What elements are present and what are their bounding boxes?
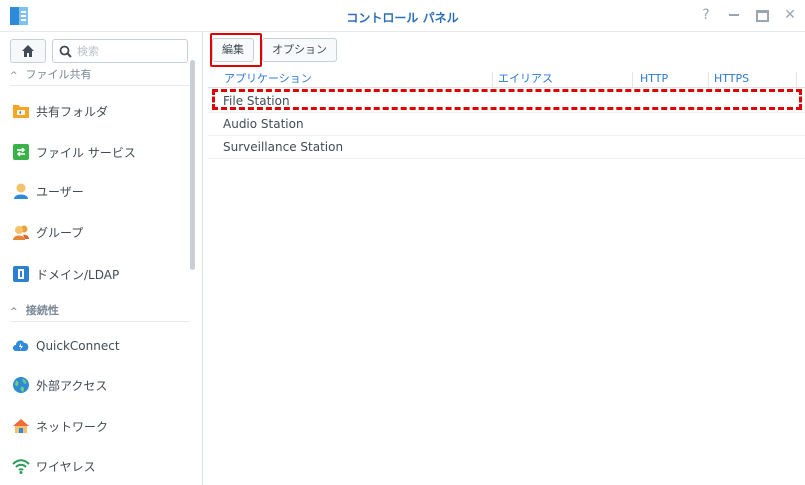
file-station-row-highlight [212, 89, 802, 110]
sidebar-item-quickconnect[interactable]: QuickConnect [12, 334, 187, 358]
wifi-icon [12, 459, 30, 474]
globe-icon [13, 377, 29, 393]
chevron-up-icon: ^ [10, 307, 18, 317]
sidebar: ^ ファイル共有 共有フォルダ ファイル サービス ユーザー グループ [0, 32, 203, 485]
section-label: 接続性 [25, 304, 59, 317]
cell-application: Surveillance Station [223, 140, 344, 154]
main-panel: 編集 オプション アプリケーション エイリアス HTTP HTTPS File … [204, 32, 805, 485]
close-icon[interactable]: ✕ [783, 6, 797, 24]
column-header-alias[interactable]: エイリアス [498, 72, 553, 88]
sidebar-item-label: ワイヤレス [36, 459, 96, 474]
network-house-icon [13, 419, 29, 433]
sidebar-item-shared-folder[interactable]: 共有フォルダ [12, 99, 187, 123]
domain-ldap-icon [13, 266, 29, 282]
edit-button[interactable]: 編集 [212, 38, 254, 62]
sidebar-item-label: グループ [36, 225, 84, 240]
chevron-up-icon: ^ [10, 71, 18, 81]
toolbar: 編集 オプション [212, 38, 337, 64]
help-icon[interactable]: ? [699, 6, 713, 24]
maximize-icon[interactable] [755, 6, 769, 24]
home-icon [22, 45, 34, 57]
sidebar-item-label: ネットワーク [36, 419, 109, 434]
sidebar-item-domain-ldap[interactable]: ドメイン/LDAP [12, 262, 187, 286]
table-row[interactable]: Audio Station [208, 113, 805, 136]
sidebar-item-file-services[interactable]: ファイル サービス [12, 140, 187, 164]
sidebar-item-network[interactable]: ネットワーク [12, 414, 187, 438]
search-input[interactable] [77, 44, 177, 58]
sidebar-item-wireless[interactable]: ワイヤレス [12, 454, 187, 478]
section-label: ファイル共有 [25, 68, 92, 81]
window-title: コントロール パネル [346, 11, 459, 25]
search-icon [59, 45, 72, 58]
options-button[interactable]: オプション [262, 38, 337, 62]
section-connectivity[interactable]: ^ 接続性 [10, 300, 190, 322]
sidebar-item-label: ユーザー [36, 184, 84, 199]
title-bar: コントロール パネル ? ✕ [0, 0, 805, 32]
shared-folder-icon [13, 105, 29, 118]
sidebar-item-label: QuickConnect [36, 339, 120, 353]
user-icon [14, 183, 28, 199]
sidebar-item-group[interactable]: グループ [12, 220, 187, 244]
search-field[interactable] [52, 39, 188, 63]
column-header-https[interactable]: HTTPS [714, 72, 749, 88]
minimize-icon[interactable] [727, 6, 741, 24]
sidebar-item-label: ドメイン/LDAP [36, 267, 120, 282]
sidebar-item-external-access[interactable]: 外部アクセス [12, 373, 187, 397]
section-file-sharing[interactable]: ^ ファイル共有 [10, 64, 190, 86]
sidebar-item-user[interactable]: ユーザー [12, 179, 187, 203]
sidebar-item-label: ファイル サービス [36, 145, 136, 160]
file-services-icon [13, 144, 29, 160]
column-header-http[interactable]: HTTP [640, 72, 668, 88]
group-icon [13, 225, 29, 240]
sidebar-scrollbar[interactable] [190, 60, 195, 270]
column-header-application[interactable]: アプリケーション [224, 72, 312, 88]
home-button[interactable] [10, 39, 46, 63]
table-row[interactable]: Surveillance Station [208, 136, 805, 159]
sidebar-item-label: 共有フォルダ [36, 104, 109, 119]
cell-application: Audio Station [223, 117, 304, 131]
table-header: アプリケーション エイリアス HTTP HTTPS [208, 72, 805, 88]
sidebar-item-label: 外部アクセス [36, 378, 108, 393]
quickconnect-icon [13, 340, 29, 351]
